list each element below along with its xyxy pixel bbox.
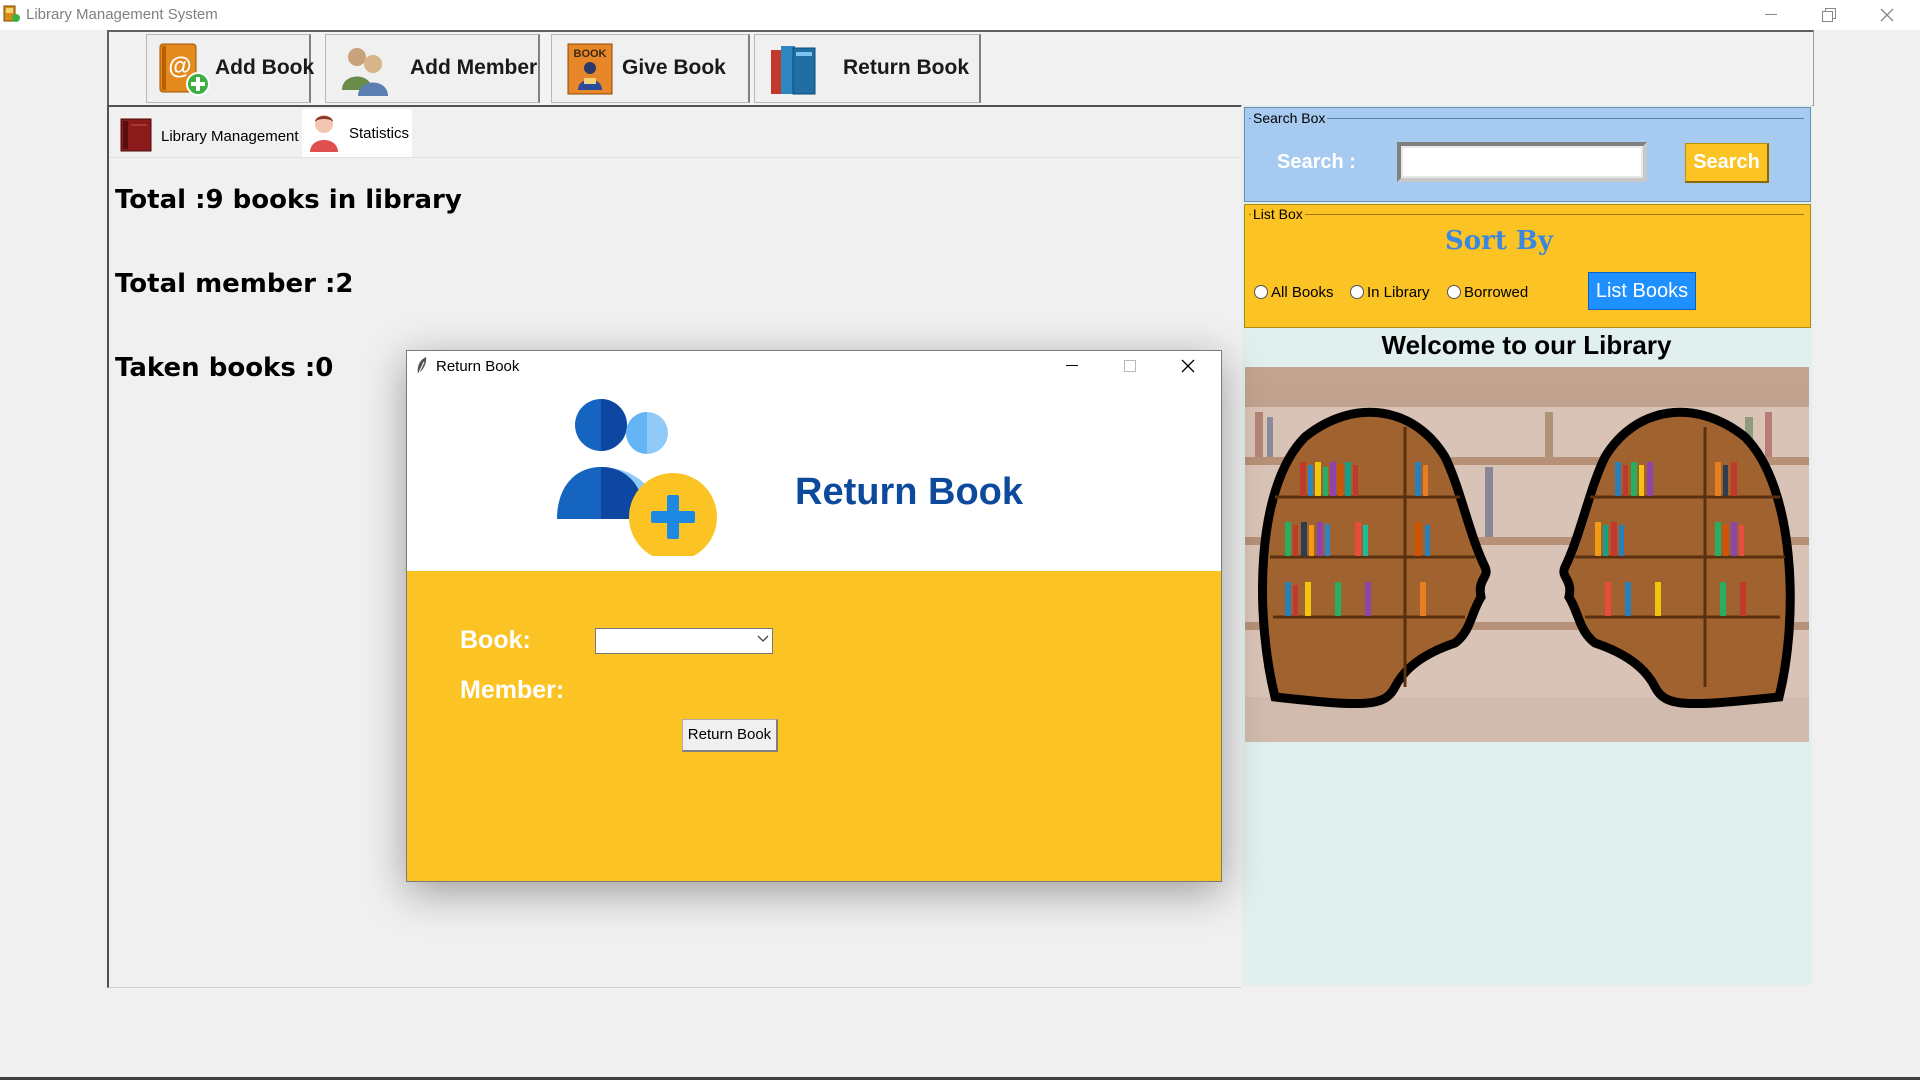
tab-library-management-label: Library Management (161, 128, 299, 145)
window-titlebar: Library Management System (0, 0, 1920, 30)
radio-circle[interactable] (1447, 285, 1461, 299)
list-books-button[interactable]: List Books (1588, 272, 1696, 310)
users-icon (342, 48, 388, 96)
radio-circle[interactable] (1254, 285, 1268, 299)
dialog-form: Book: Member: Return Book (407, 571, 1221, 881)
close-icon (1181, 359, 1195, 373)
tab-divider (109, 157, 1241, 158)
tab-statistics-label: Statistics (349, 125, 410, 142)
sort-by-title: Sort By (1445, 226, 1553, 256)
minimize-icon (1765, 14, 1777, 15)
restore-icon (1822, 8, 1836, 22)
total-books-text: Total :9 books in library (115, 185, 462, 215)
search-input[interactable] (1397, 142, 1647, 182)
dialog-heading: Return Book (795, 471, 1023, 513)
add-book-button[interactable]: @ Add Book (146, 34, 315, 103)
tab-library-management[interactable]: Library Management (111, 109, 301, 157)
radio-circle[interactable] (1350, 285, 1364, 299)
search-button[interactable]: Search (1685, 143, 1769, 183)
dialog-header: Return Book (407, 381, 1221, 581)
return-book-submit-button[interactable]: Return Book (682, 719, 778, 752)
add-member-label: Add Member (410, 56, 538, 79)
dialog-minimize-button[interactable] (1043, 351, 1101, 381)
window-title: Library Management System (26, 6, 218, 23)
book-icon (120, 118, 152, 152)
person-icon (310, 115, 338, 152)
member-label: Member: (460, 676, 565, 704)
book-select[interactable] (595, 628, 773, 654)
dialog-maximize-button[interactable] (1101, 351, 1159, 381)
feather-icon (417, 357, 427, 376)
return-book-dialog: Return Book Return Book Book: Member: Re… (406, 350, 1222, 882)
return-book-label: Return Book (843, 56, 969, 79)
radio-borrowed-label: Borrowed (1464, 284, 1529, 301)
close-icon (1880, 8, 1894, 22)
dialog-titlebar: Return Book (407, 351, 1221, 381)
tab-statistics[interactable]: Statistics (302, 109, 412, 157)
give-book-button[interactable]: BOOK Give Book (551, 34, 750, 103)
radio-in-library-label: In Library (1367, 284, 1430, 301)
maximize-icon (1124, 360, 1136, 372)
add-book-label: Add Book (215, 56, 315, 79)
books-icon (771, 46, 816, 95)
list-box-legend: List Box (1251, 206, 1305, 222)
minimize-icon (1066, 365, 1078, 366)
dialog-title: Return Book (436, 358, 520, 375)
radio-all-books-label: All Books (1271, 284, 1334, 301)
add-member-icon (557, 399, 717, 556)
book-label: Book: (460, 626, 531, 654)
svg-text:BOOK: BOOK (574, 48, 607, 60)
search-box: Search Box Search : Search (1244, 107, 1811, 202)
search-label: Search : (1277, 151, 1356, 173)
svg-text:@: @ (168, 53, 191, 80)
return-book-button[interactable]: Return Book (754, 34, 981, 103)
address-book-add-icon: @ (159, 43, 210, 96)
total-members-text: Total member :2 (115, 269, 354, 299)
library-heads-image (1245, 367, 1809, 742)
search-box-legend: Search Box (1251, 110, 1328, 126)
add-member-button[interactable]: Add Member (325, 34, 540, 103)
list-box: List Box Sort By All Books In Library Bo… (1244, 204, 1811, 328)
taken-books-text: Taken books :0 (115, 353, 334, 383)
dialog-close-button[interactable] (1159, 351, 1217, 381)
close-button[interactable] (1858, 0, 1916, 30)
chevron-down-icon[interactable] (757, 635, 769, 643)
welcome-heading: Welcome to our Library (1381, 330, 1672, 360)
restore-button[interactable] (1800, 0, 1858, 30)
app-icon (3, 5, 20, 22)
minimize-button[interactable] (1742, 0, 1800, 30)
give-book-label: Give Book (622, 56, 726, 79)
toolbar: @ Add Book Add Member BOOK Give Book Ret… (107, 30, 1814, 106)
book-reader-icon: BOOK (567, 43, 613, 95)
